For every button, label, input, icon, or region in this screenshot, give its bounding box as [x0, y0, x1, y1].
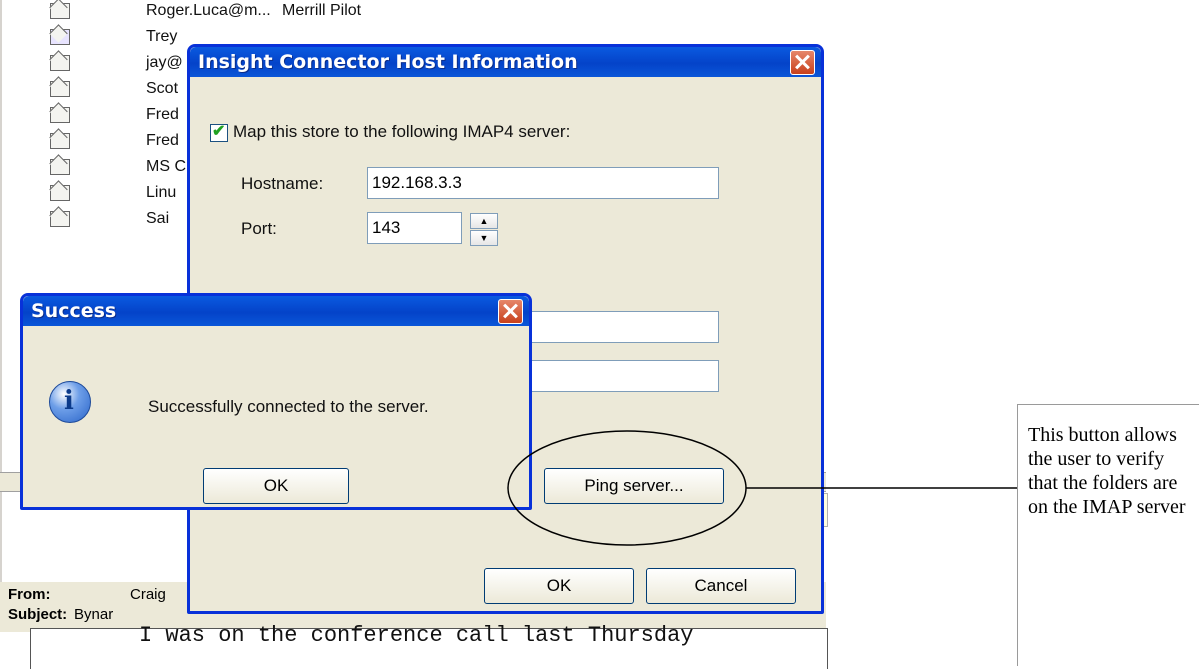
annotation-box: This button allows the user to verify th…: [1017, 404, 1199, 666]
annotation-text: This button allows the user to verify th…: [1028, 424, 1186, 518]
highlight-ellipse: [507, 430, 747, 546]
